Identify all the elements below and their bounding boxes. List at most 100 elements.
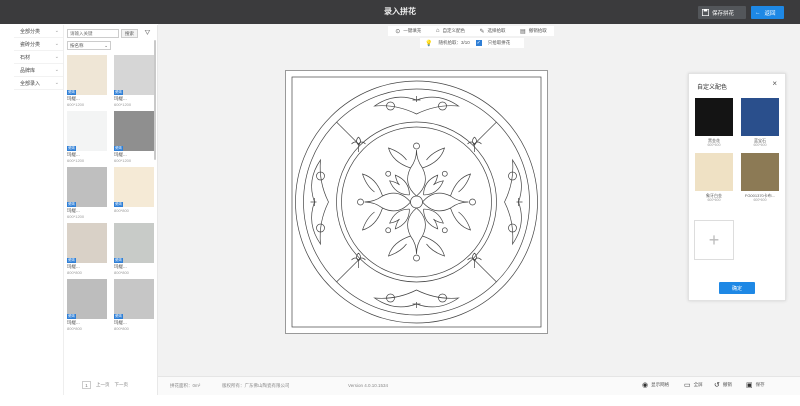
category-item[interactable]: 品牌库 ⌄: [14, 64, 63, 77]
show-grid-button[interactable]: ◉ 显示网格: [642, 381, 669, 389]
material-size: 600*1200: [114, 102, 132, 107]
material-size: 800*800: [114, 270, 129, 275]
add-material-button[interactable]: +: [694, 220, 734, 260]
prev-page-link[interactable]: 上一页: [96, 382, 110, 388]
sort-select[interactable]: 按名称 ⌄: [67, 41, 111, 50]
save-pattern-label: 保存拼花: [712, 10, 735, 17]
category-item[interactable]: 全部分类 ⌄: [14, 25, 63, 38]
chevron-down-icon: ⌄: [54, 28, 59, 34]
chevron-down-icon: ⌄: [54, 54, 59, 60]
material-tile[interactable]: 瓷砖 玛缇... 800*800: [67, 223, 107, 275]
search-input[interactable]: [67, 29, 119, 38]
monitor-icon: ▭: [684, 382, 691, 389]
palette-swatch[interactable]: 象牙白金 600*600: [695, 153, 733, 203]
category-item[interactable]: 全部录入 ⌄: [14, 77, 63, 90]
material-tag: 瓷砖: [67, 90, 76, 95]
material-tile[interactable]: 瓷砖 玛缇... 800*800: [114, 279, 154, 331]
arrow-left-icon: ←: [755, 9, 761, 16]
close-icon[interactable]: ×: [772, 79, 777, 88]
save-button[interactable]: ▣ 保存: [746, 381, 765, 389]
material-swatch: 瓷砖: [114, 279, 154, 319]
material-swatch: 瓷砖: [67, 223, 107, 263]
material-size: 600*1200: [114, 158, 132, 163]
search-row: 搜索 ⛛: [67, 29, 152, 38]
material-tag: 瓷砖: [67, 258, 76, 263]
material-tag: 瓷砖: [67, 314, 76, 319]
toolbar-undo-pick-button[interactable]: ▤ 撤销拾取: [520, 28, 547, 35]
material-swatch: 瓷砖: [114, 223, 154, 263]
material-tag: 瓷砖: [67, 202, 76, 207]
chevron-down-icon: ⌄: [54, 41, 59, 47]
category-item[interactable]: 瓷砖分类 ⌄: [14, 38, 63, 51]
filter-icon[interactable]: ⛛: [143, 29, 152, 38]
page-input[interactable]: 1: [82, 381, 91, 389]
palette-swatch[interactable]: 蓝宝石 600*600: [741, 98, 779, 148]
material-scrollbar[interactable]: [154, 40, 156, 160]
chevron-down-icon: ⌄: [54, 67, 59, 73]
material-swatch: 瓷砖: [114, 167, 154, 207]
pagination: 1 上一页 下一页: [64, 378, 158, 392]
material-tile[interactable]: 瓷砖 玛缇... 600*1200: [67, 167, 107, 219]
toolbar-fill-button[interactable]: ⊙ 一键填充: [395, 28, 421, 35]
material-size: 800*800: [114, 326, 129, 331]
undo-button[interactable]: ↺ 撤销: [714, 381, 732, 389]
material-tile[interactable]: 瓷砖 玛缇... 600*1200: [67, 55, 107, 107]
material-tile[interactable]: 瓷砖 玛缇... 600*1200: [114, 55, 154, 107]
material-tile[interactable]: 瓷砖 玛缇... 600*1200: [67, 111, 107, 163]
pick-only-label: 只拾取拼花: [487, 40, 511, 45]
category-nav: 全部分类 ⌄ 瓷砖分类 ⌄ 石材 ⌄ 品牌库 ⌄ 全部录入 ⌄: [14, 25, 64, 395]
palette-swatch[interactable]: FG001370卡布... 600*600: [741, 153, 779, 203]
palette-grid: 黑金花 600*600 蓝宝石 600*600 象牙白金 600*600 FG001370卡…: [695, 98, 779, 203]
confirm-button[interactable]: 确定: [719, 282, 755, 294]
material-size: 800*800: [67, 326, 82, 331]
fullscreen-button[interactable]: ▭ 全屏: [684, 381, 703, 389]
pick-toolbar: 💡 随机拾取：3/10 ✓ 只拾取拼花: [420, 38, 524, 48]
grid-icon: ◉: [642, 382, 649, 389]
copyright-text: 版权所有：广东佛山陶瓷有限公司: [222, 383, 290, 388]
back-label: 返回: [764, 10, 776, 17]
category-item[interactable]: 石材 ⌄: [14, 51, 63, 64]
search-button[interactable]: 搜索: [121, 29, 138, 38]
material-tile[interactable]: 瓷砖 玛缇... 800*800: [114, 223, 154, 275]
palette-size: 600*600: [707, 198, 721, 202]
material-tag: 瓷砖: [114, 90, 123, 95]
pattern-canvas[interactable]: [285, 70, 548, 334]
material-swatch: 瓷砖: [67, 279, 107, 319]
back-button[interactable]: ← 返回: [751, 6, 784, 19]
save-icon: ▣: [746, 382, 753, 389]
canvas-toolbar: ⊙ 一键填充 ⌂ 自定义配色 ✎ 选择拾取 ▤ 撤销拾取: [388, 26, 554, 36]
palette-size: 600*600: [707, 143, 721, 147]
material-size: 600*1200: [67, 214, 85, 219]
material-tag: 瓷砖: [114, 146, 123, 151]
material-tile[interactable]: 瓷砖 玛缇... 600*1200: [114, 111, 154, 163]
material-swatch: 瓷砖: [67, 111, 107, 151]
lightbulb-icon: 💡: [425, 40, 433, 47]
material-size: 600*1200: [67, 158, 85, 163]
material-swatch: 瓷砖: [67, 167, 107, 207]
top-bar: 录入拼花 保存拼花 ← 返回: [0, 0, 800, 24]
material-browser: 搜索 ⛛ 按名称 ⌄ 瓷砖玛缇...600*1200瓷砖玛缇...600*120…: [64, 25, 158, 395]
chevron-down-icon: ⌄: [104, 42, 108, 48]
medallion-drawing: [291, 76, 542, 328]
toolbar-palette-button[interactable]: ⌂ 自定义配色: [436, 28, 465, 34]
pick-icon: ✎: [479, 28, 485, 35]
page-title: 录入拼花: [384, 7, 416, 16]
material-tile[interactable]: 瓷砖 800*800: [114, 167, 154, 219]
fill-icon: ⊙: [395, 28, 401, 35]
palette-size: 600*600: [753, 198, 767, 202]
palette-title: 自定义配色: [697, 85, 728, 91]
toolbar-pick-button[interactable]: ✎ 选择拾取: [479, 28, 505, 35]
palette-color: [695, 98, 733, 136]
material-tag: 瓷砖: [114, 202, 123, 207]
material-tag: 瓷砖: [114, 314, 123, 319]
pick-only-checkbox[interactable]: ✓: [475, 40, 482, 46]
palette-color: [695, 153, 733, 191]
save-pattern-button[interactable]: 保存拼花: [698, 6, 746, 19]
palette-swatch[interactable]: 黑金花 600*600: [695, 98, 733, 148]
area-readout: 拼花面积：0m²: [170, 383, 201, 388]
material-tile[interactable]: 瓷砖 玛缇... 800*800: [67, 279, 107, 331]
palette-color: [741, 98, 779, 136]
next-page-link[interactable]: 下一页: [115, 382, 129, 388]
pick-hint: 随机拾取：3/10: [438, 40, 470, 45]
material-size: 600*1200: [67, 102, 85, 107]
